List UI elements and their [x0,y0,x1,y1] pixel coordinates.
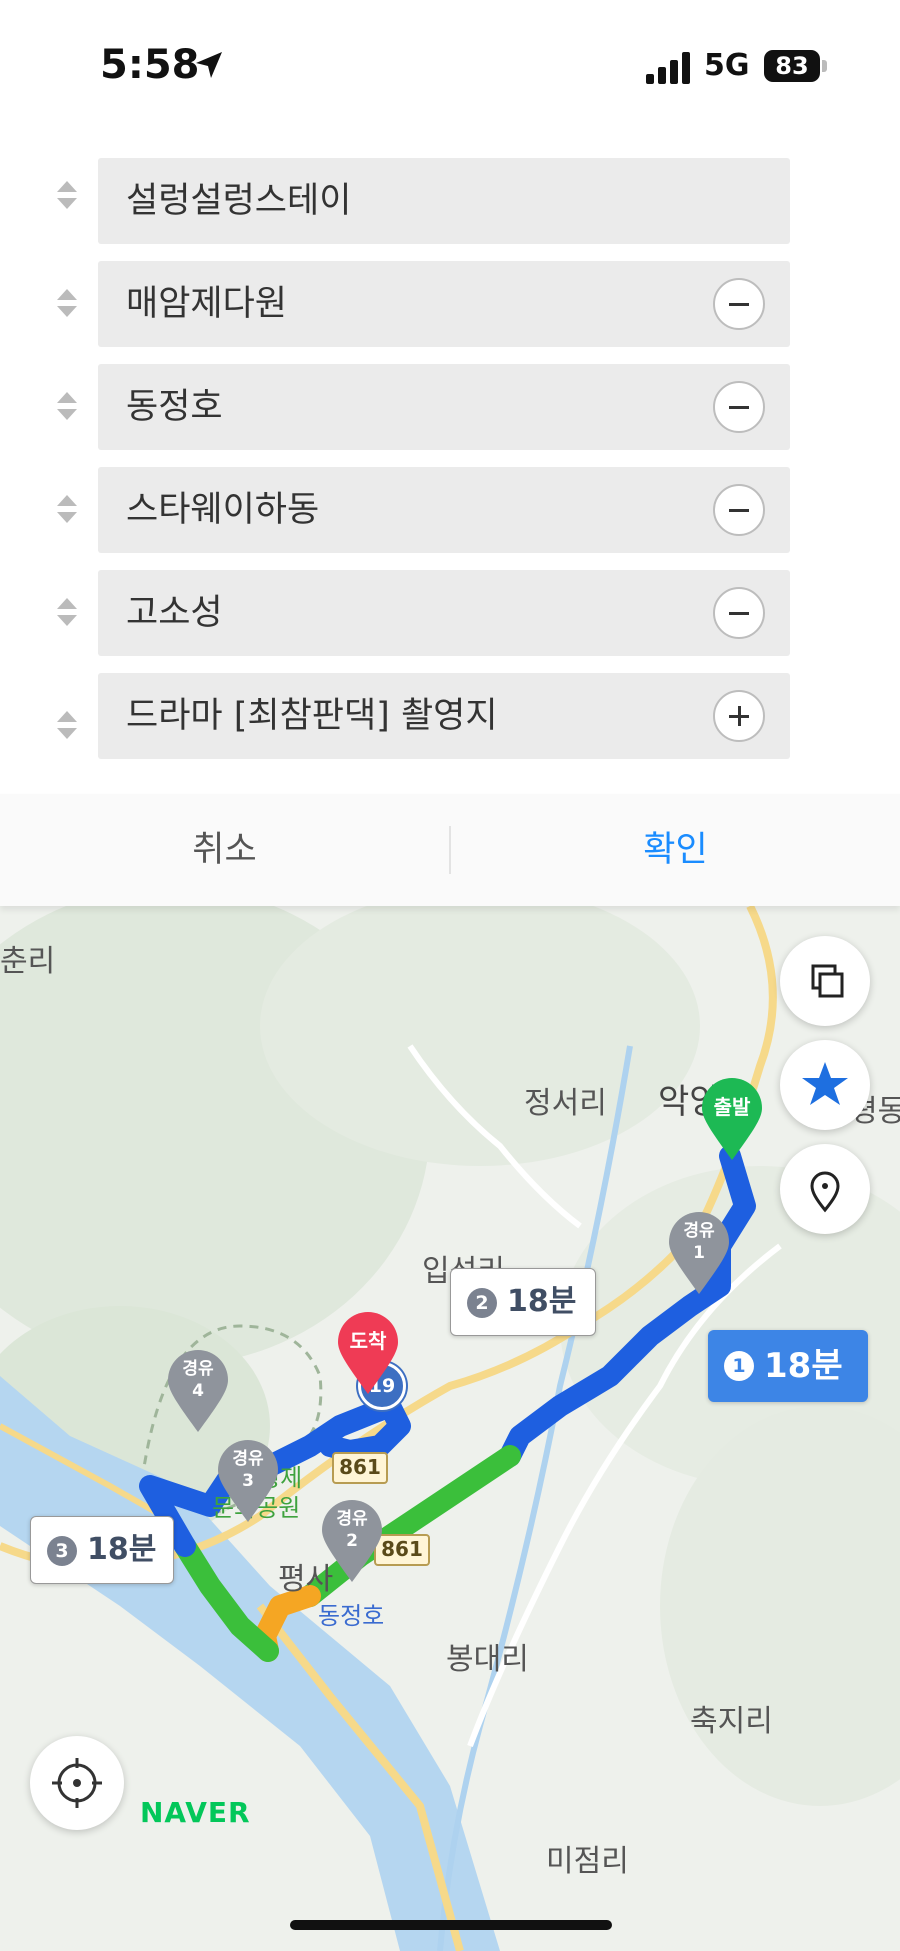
route-number: 2 [467,1288,497,1318]
layers-button[interactable] [780,936,870,1026]
start-label: 출발 [713,1095,751,1119]
status-bar: 5:58 5G 83 [0,0,900,130]
via-number: 2 [346,1531,358,1551]
via-label: 경유 [336,1509,368,1529]
action-bar: 취소 확인 [0,794,900,906]
place-label: 미점리 [546,1844,629,1879]
minus-icon [729,612,749,615]
waypoint-label: 스타웨이하동 [126,490,320,530]
end-label: 도착 [349,1329,387,1353]
remove-waypoint-button[interactable] [713,381,765,433]
waypoint-label: 드라마 [최참판댁] 촬영지 [126,696,498,736]
clock: 5:58 [100,42,200,88]
route-option-2[interactable]: 2 18분 [450,1268,596,1336]
waypoint-row[interactable]: 동정호 [98,364,790,450]
via-number: 3 [242,1471,254,1491]
minus-icon [729,303,749,306]
waypoint-label: 설렁설렁스테이 [126,181,352,221]
pin-button[interactable] [780,1144,870,1234]
add-waypoint-button[interactable] [713,690,765,742]
via-label: 경유 [232,1449,264,1469]
map-view[interactable]: 춘리 정서리 악양면 평동 입석리 평사 동정호 봉대리 축지리 미점리 형제 … [0,906,900,1951]
via-marker-4[interactable]: 경유 4 [166,1350,230,1434]
waypoint-label: 고소성 [126,593,223,633]
drag-handle-icon[interactable] [55,595,79,629]
cancel-button[interactable]: 취소 [0,794,449,906]
minus-icon [729,406,749,409]
drag-handle-icon[interactable] [55,286,79,320]
via-label: 경유 [182,1359,214,1379]
waypoint-row-start[interactable]: 설렁설렁스테이 [98,158,790,244]
end-marker[interactable]: 도착 [336,1312,400,1396]
remove-waypoint-button[interactable] [713,278,765,330]
layers-icon [811,964,844,998]
via-number: 4 [192,1381,204,1401]
route-option-1[interactable]: 1 18분 [708,1330,868,1402]
via-number: 1 [693,1243,705,1263]
naver-logo: NAVER [140,1796,251,1829]
remove-waypoint-button[interactable] [713,484,765,536]
via-marker-1[interactable]: 경유 1 [667,1212,731,1296]
minus-icon [729,509,749,512]
battery-icon: 83 [764,50,820,82]
crosshair-icon [52,1758,102,1808]
remove-waypoint-button[interactable] [713,587,765,639]
waypoint-row[interactable]: 스타웨이하동 [98,467,790,553]
location-arrow-icon [196,52,222,78]
drag-handle-icon[interactable] [55,708,79,742]
network-type: 5G [704,48,750,83]
start-marker[interactable]: 출발 [700,1078,764,1162]
route-option-3[interactable]: 3 18분 [30,1516,174,1584]
my-location-button[interactable] [30,1736,124,1830]
plus-icon-vertical [738,706,741,726]
waypoint-row[interactable]: 고소성 [98,570,790,656]
via-marker-3[interactable]: 경유 3 [216,1440,280,1524]
place-label: 봉대리 [446,1642,529,1677]
route-number: 1 [724,1351,754,1381]
drag-handle-icon[interactable] [55,389,79,423]
waypoint-label: 동정호 [126,387,223,427]
waypoint-row-destination[interactable]: 드라마 [최참판댁] 촬영지 [98,673,790,759]
route-time: 18분 [507,1284,577,1319]
place-label: 축지리 [690,1704,773,1739]
drag-handle-icon[interactable] [55,492,79,526]
confirm-button[interactable]: 확인 [451,794,900,906]
drag-handle-icon[interactable] [55,178,79,212]
via-label: 경유 [683,1221,715,1241]
place-label: 춘리 [0,944,56,979]
battery-tip [822,60,827,72]
waypoint-label: 매암제다원 [126,284,288,324]
location-pin-icon [810,1171,840,1213]
route-time: 18분 [764,1346,843,1386]
route-time: 18분 [87,1532,157,1567]
route-number: 3 [47,1536,77,1566]
waypoint-row[interactable]: 매암제다원 [98,261,790,347]
place-label: 정서리 [524,1086,607,1121]
map-canvas [0,906,900,1951]
star-icon [802,1062,848,1105]
road-number: 861 [332,1452,388,1484]
signal-icon [646,52,690,84]
favorites-button[interactable] [780,1040,870,1130]
place-label: 동정호 [318,1602,385,1630]
home-indicator [290,1920,612,1930]
via-marker-2[interactable]: 경유 2 [320,1500,384,1584]
